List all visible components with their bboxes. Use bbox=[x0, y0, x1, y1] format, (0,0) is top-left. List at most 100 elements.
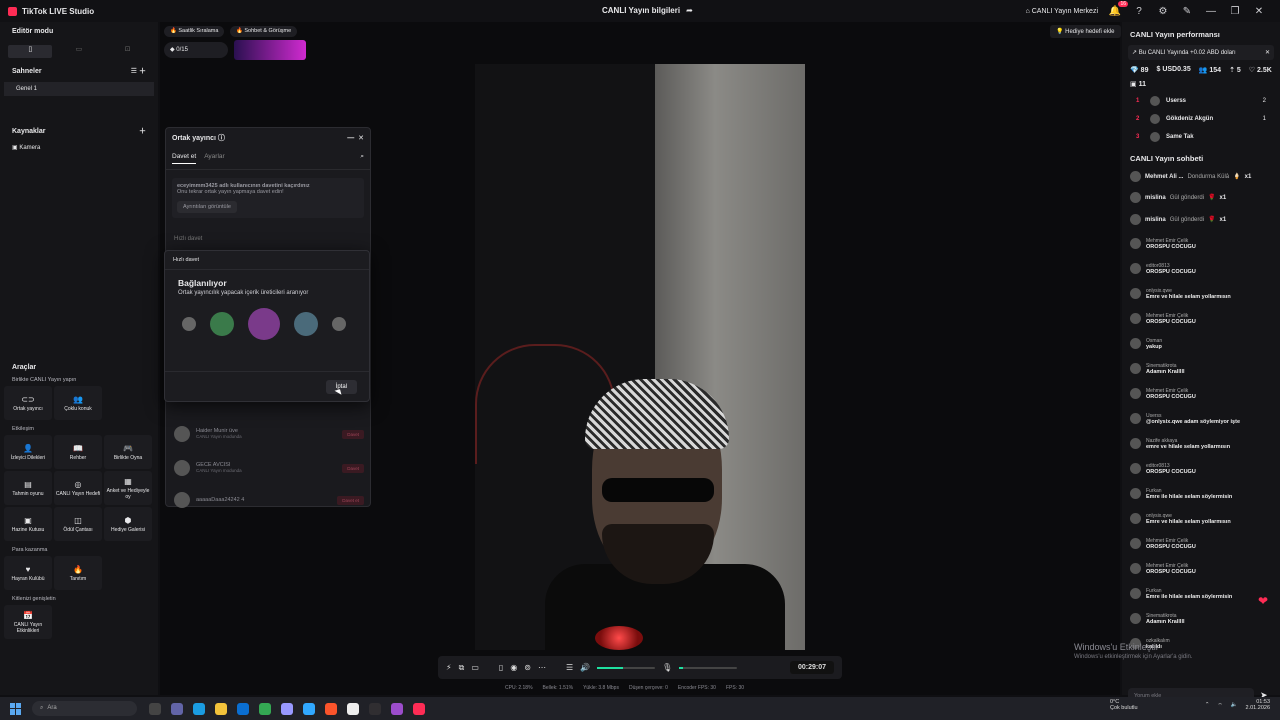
tool-multi-guest[interactable]: 👥 Çoklu konuk bbox=[54, 386, 102, 420]
chat-message[interactable]: Sinematikrota Adamın Kralllll bbox=[1122, 363, 1280, 375]
chat-text: OROSPU COCUGU bbox=[1146, 544, 1196, 550]
tool-promote[interactable]: 🔥 Tanıtım bbox=[54, 556, 102, 590]
tool-poll[interactable]: ▦ Anket ve Hediyeyle oy bbox=[104, 471, 152, 505]
invite-button[interactable]: Davet bbox=[342, 429, 364, 439]
tool-live-events[interactable]: 📅 CANLI Yayın Etkinlikleri bbox=[4, 605, 52, 639]
brave-icon[interactable] bbox=[325, 702, 337, 715]
chrome-icon[interactable] bbox=[259, 702, 271, 715]
volume-icon[interactable]: 🔈 bbox=[1231, 702, 1238, 708]
lock-mode-icon[interactable]: ⊡ bbox=[106, 45, 150, 58]
chat-message[interactable]: Nazife akkaya emre ve hilale selam yollar… bbox=[1122, 438, 1280, 450]
app-icon[interactable] bbox=[391, 702, 403, 715]
volume-slider[interactable] bbox=[597, 666, 656, 669]
tiktok-icon[interactable] bbox=[413, 702, 425, 715]
more-icon[interactable]: ⋯ bbox=[538, 663, 546, 672]
close-icon[interactable]: ✕ bbox=[358, 135, 364, 142]
live-info-button[interactable]: CANLI Yayın bilgileri ➦ bbox=[602, 6, 693, 15]
landscape-mode-icon[interactable]: ▭ bbox=[57, 45, 101, 58]
portrait-mode-icon[interactable]: ▯ bbox=[8, 45, 53, 58]
equalizer-icon[interactable]: ☰ bbox=[566, 663, 573, 672]
taskbar-search[interactable]: ⌕ Ara bbox=[32, 701, 137, 716]
photoshop-icon[interactable] bbox=[303, 702, 315, 715]
chat-message[interactable]: Mehmet Emir Çelik OROSPU COCUGU bbox=[1122, 313, 1280, 325]
target-icon: ◎ bbox=[74, 479, 82, 489]
help-icon[interactable]: ? bbox=[1132, 4, 1146, 18]
bell-icon[interactable]: 🔔 16 bbox=[1108, 1, 1128, 18]
screen-icon[interactable]: ▭ bbox=[471, 663, 479, 672]
teams-icon[interactable] bbox=[171, 702, 183, 715]
record-icon[interactable]: ◉ bbox=[510, 663, 517, 672]
ranking-row[interactable]: 3 Same Tak bbox=[1122, 128, 1280, 146]
add-scene-icon[interactable]: ☰ ＋ bbox=[131, 66, 146, 76]
hourly-ranking-chip[interactable]: 🔥 Saatlik Sıralama bbox=[164, 26, 225, 37]
capcut-icon[interactable] bbox=[347, 702, 359, 715]
chat-message[interactable]: Mehmet Emir Çelik OROSPU COCUGU bbox=[1122, 238, 1280, 250]
mic-slider[interactable] bbox=[679, 666, 738, 669]
chevron-up-icon[interactable]: ⌃ bbox=[1205, 702, 1210, 708]
mic-icon[interactable]: 🎙 bbox=[662, 663, 672, 672]
search-icon[interactable]: ⌕ bbox=[360, 153, 364, 164]
chat-message[interactable]: Mehmet Emir Çelik OROSPU COCUGU bbox=[1122, 563, 1280, 575]
effects-icon[interactable]: ⚡ bbox=[446, 663, 452, 672]
chat-message[interactable]: onlysix.qwe Emre ve hilale selam yollarmı… bbox=[1122, 288, 1280, 300]
add-source-icon[interactable]: ＋ bbox=[139, 126, 146, 136]
tool-prediction[interactable]: ▤ Tahmin oyunu bbox=[4, 471, 52, 505]
chat-message[interactable]: Furkan Emre ile hilale selam söylermisin bbox=[1122, 488, 1280, 500]
chat-message[interactable]: Furkan Emre ile hilale selam söylermisin bbox=[1122, 588, 1280, 600]
source-item-camera[interactable]: ▣ Kamera bbox=[0, 140, 158, 155]
wifi-icon[interactable]: ⌔ bbox=[1218, 702, 1223, 709]
chat-message[interactable]: editor0813 OROSPU COCUGU bbox=[1122, 263, 1280, 275]
chat-message[interactable]: Osman yakup bbox=[1122, 338, 1280, 350]
clock[interactable]: 01:53 2.01.2026 bbox=[1246, 699, 1270, 711]
invite-button[interactable]: Davet bbox=[342, 463, 364, 473]
invite-button[interactable]: Davet et bbox=[337, 495, 364, 505]
tool-gift-gallery[interactable]: ⬢ Hediye Galerisi bbox=[104, 507, 152, 541]
edge-icon[interactable] bbox=[193, 702, 205, 715]
view-details-button[interactable]: Ayrıntıları görüntüle bbox=[177, 201, 237, 213]
taskview-icon[interactable] bbox=[149, 702, 161, 715]
speaker-icon[interactable]: 🔊 bbox=[580, 663, 590, 672]
tool-fan-club[interactable]: ♥ Hayran Kulübü bbox=[4, 556, 52, 590]
close-icon[interactable]: ✕ bbox=[1252, 4, 1266, 18]
windows-start-icon[interactable] bbox=[10, 702, 22, 715]
tool-treasure-box[interactable]: ▣ Hazine Kutusu bbox=[4, 507, 52, 541]
chat-message[interactable]: Sinematikrota Adamın Kralllll bbox=[1122, 613, 1280, 625]
scene-item[interactable]: Genel 1 bbox=[4, 82, 154, 96]
phone-icon[interactable]: ▯ bbox=[499, 663, 503, 672]
store-icon[interactable] bbox=[237, 702, 249, 715]
chat-message[interactable]: Mehmet Emir Çelik OROSPU COCUGU bbox=[1122, 388, 1280, 400]
obs-icon[interactable] bbox=[369, 702, 381, 715]
minimize-icon[interactable]: — bbox=[347, 135, 354, 142]
tool-play-together[interactable]: 🎮 Birlikte Oyna bbox=[104, 435, 152, 469]
avatar bbox=[1130, 538, 1141, 549]
ranking-row[interactable]: 1 Userss 2 bbox=[1122, 92, 1280, 110]
list-item: GECE AVCISI CANLI Yayın modunda Davet bbox=[174, 460, 364, 476]
ranking-row[interactable]: 2 Gökdeniz Akgün 1 bbox=[1122, 110, 1280, 128]
brush-icon[interactable]: ✎ bbox=[1180, 4, 1194, 18]
tool-guide[interactable]: 📖 Rehber bbox=[54, 435, 102, 469]
premiere-icon[interactable] bbox=[281, 702, 293, 715]
tool-reward-bag[interactable]: ◫ Ödül Çantası bbox=[54, 507, 102, 541]
chat-message[interactable]: editor0813 OROSPU COCUGU bbox=[1122, 463, 1280, 475]
chat-chip[interactable]: 🔥 Sohbet & Görüşme bbox=[230, 26, 298, 37]
live-fest-banner[interactable] bbox=[234, 40, 306, 60]
tab-invite[interactable]: Davet et bbox=[172, 153, 197, 164]
tool-viewer-wishes[interactable]: 👤 İzleyici Dilekleri bbox=[4, 435, 52, 469]
layout-icon[interactable]: ⧉ bbox=[459, 663, 465, 673]
minimize-icon[interactable]: — bbox=[1204, 4, 1218, 18]
replay-icon[interactable]: ⊚ bbox=[524, 663, 531, 672]
tool-cohost[interactable]: ⊂⊃ Ortak yayıncı bbox=[4, 386, 52, 420]
editor-mode-dropdown[interactable]: Editör modu bbox=[0, 28, 158, 35]
tool-live-goal[interactable]: ◎ CANLI Yayın Hedefi bbox=[54, 471, 102, 505]
add-gift-goal-button[interactable]: 💡 Hediye hedefi ekle bbox=[1050, 25, 1121, 38]
gear-icon[interactable]: ⚙ bbox=[1156, 4, 1170, 18]
live-center-button[interactable]: ⌂ CANLI Yayın Merkezi bbox=[1026, 8, 1098, 15]
chat-message[interactable]: Userss @onlysix.qwe adam söylemiyor işte bbox=[1122, 413, 1280, 425]
close-icon[interactable]: ✕ bbox=[1265, 49, 1270, 56]
restore-icon[interactable]: ❐ bbox=[1228, 4, 1242, 18]
chat-message[interactable]: onlysix.qwe Emre ve hilale selam yollarmı… bbox=[1122, 513, 1280, 525]
weather-widget[interactable]: 0°C Çok bulutlu bbox=[1110, 699, 1138, 711]
tab-settings[interactable]: Ayarlar bbox=[204, 153, 224, 164]
chat-message[interactable]: Mehmet Emir Çelik OROSPU COCUGU bbox=[1122, 538, 1280, 550]
explorer-icon[interactable] bbox=[215, 702, 227, 715]
